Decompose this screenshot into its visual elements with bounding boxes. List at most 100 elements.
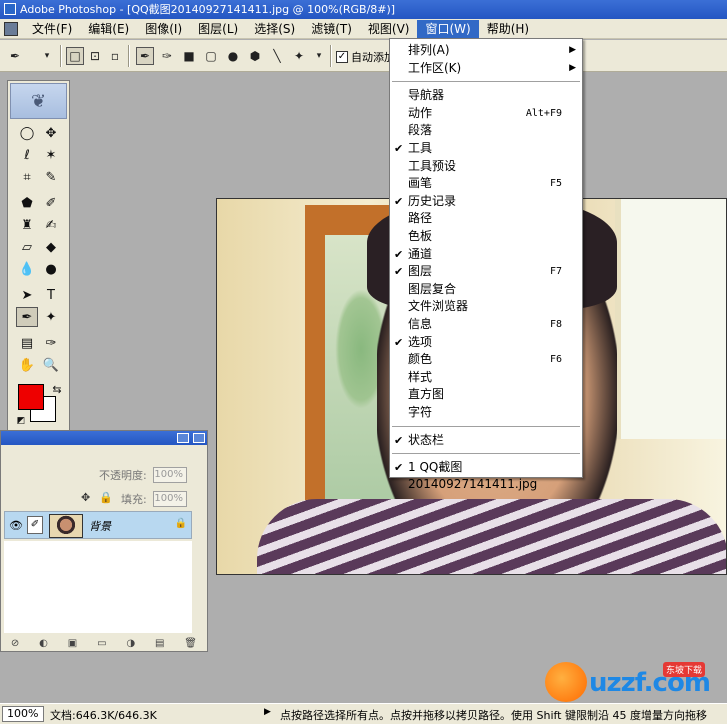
crop-tool-icon[interactable]: ⌗ [16, 167, 38, 187]
app-logo-icon[interactable] [4, 21, 18, 36]
healing-brush-icon[interactable]: ⬟ [16, 193, 38, 213]
notes-tool-icon[interactable]: ▤ [16, 333, 38, 353]
options-separator [60, 45, 62, 67]
brush-link-icon[interactable]: ✐ [27, 516, 43, 534]
pen-tool-icon[interactable]: ✒ [16, 307, 38, 327]
layer-row-background[interactable]: 👁 ✐ 背景 🔒 [4, 511, 192, 539]
shape-layers-icon[interactable]: □ [66, 47, 84, 65]
menu-view[interactable]: 视图(V) [360, 20, 418, 38]
default-colors-icon[interactable]: ◩ [10, 411, 32, 431]
status-arrow-icon[interactable]: ▶ [264, 707, 271, 717]
options-separator [330, 45, 332, 67]
polygon-shape-icon[interactable]: ⬢ [246, 47, 264, 65]
freeform-pen-icon[interactable]: ✑ [158, 47, 176, 65]
menu-filter[interactable]: 滤镜(T) [303, 20, 360, 38]
pen-icon[interactable]: ✒ [136, 47, 154, 65]
window-menu-item[interactable]: 图层复合 [390, 281, 582, 298]
path-selection-icon[interactable]: ➤ [16, 285, 38, 305]
window-menu-item[interactable]: 路径 [390, 210, 582, 227]
custom-shape-tool-icon[interactable]: ✦ [40, 307, 62, 327]
menu-layer[interactable]: 图层(L) [190, 20, 246, 38]
eye-icon[interactable]: 👁 [9, 519, 23, 532]
slice-tool-icon[interactable]: ✎ [40, 167, 62, 187]
window-menu-item[interactable]: ✔ 通道 [390, 246, 582, 263]
adobe-feather-logo[interactable]: ❦ [10, 83, 67, 119]
foreground-color-swatch[interactable] [18, 384, 44, 410]
zoom-field[interactable]: 100% [2, 706, 44, 722]
window-menu-item[interactable]: 段落 [390, 122, 582, 139]
window-menu-item[interactable]: ✔ 1 QQ截图20140927141411.jpg [390, 459, 582, 491]
window-menu-item[interactable]: 信息 F8 [390, 316, 582, 333]
auto-add-delete-option[interactable]: ✓ 自动添加 [336, 49, 395, 65]
menu-image[interactable]: 图像(I) [137, 20, 190, 38]
new-layer-icon[interactable]: ▤ [155, 638, 164, 649]
window-menu-item[interactable]: ✔ 图层 F7 [390, 263, 582, 280]
trash-icon[interactable]: 🗑 [184, 638, 197, 649]
layer-mask-icon[interactable]: ▣ [68, 638, 77, 649]
adjustment-layer-icon[interactable]: ◑ [126, 638, 135, 649]
menu-file[interactable]: 文件(F) [24, 20, 80, 38]
window-menu-item[interactable]: ✔ 历史记录 [390, 193, 582, 210]
lasso-marquee-icon[interactable]: ◯ [16, 123, 38, 143]
window-menu-item[interactable]: 排列(A) ▶ [390, 42, 582, 59]
document-size[interactable]: 文档:646.3K/646.3K [50, 707, 157, 723]
zoom-tool-icon[interactable]: 🔍 [40, 355, 62, 375]
custom-shape-icon[interactable]: ✦ [290, 47, 308, 65]
close-icon[interactable] [193, 433, 205, 443]
pen-tool-preset-icon[interactable]: ✒ [6, 47, 24, 65]
window-menu-item[interactable]: 样式 [390, 369, 582, 386]
lasso-tool-icon[interactable]: ℓ [16, 145, 38, 165]
rectangle-shape-icon[interactable]: ■ [180, 47, 198, 65]
move-tool-icon[interactable]: ✥ [40, 123, 62, 143]
dodge-tool-icon[interactable]: ● [40, 259, 62, 279]
window-menu-item[interactable]: 颜色 F6 [390, 351, 582, 368]
window-menu-item[interactable]: 工作区(K) ▶ [390, 60, 582, 77]
ellipse-shape-icon[interactable]: ● [224, 47, 242, 65]
type-tool-icon[interactable]: T [40, 285, 62, 305]
window-menu-item[interactable]: ✔ 选项 [390, 334, 582, 351]
window-menu-item[interactable]: 导航器 [390, 87, 582, 104]
window-menu-item[interactable]: 工具预设 [390, 158, 582, 175]
eraser-tool-icon[interactable]: ▱ [16, 237, 38, 257]
blur-tool-icon[interactable]: 💧 [16, 259, 38, 279]
auto-add-checkbox[interactable]: ✓ [336, 51, 348, 63]
layers-palette-footer: ⊘ ◐ ▣ ▭ ◑ ▤ 🗑 [1, 635, 207, 651]
window-menu-item[interactable]: 画笔 F5 [390, 175, 582, 192]
paint-bucket-icon[interactable]: ◆ [40, 237, 62, 257]
link-layers-icon[interactable]: ⊘ [11, 638, 19, 649]
shape-dropdown-icon[interactable]: ▾ [310, 47, 328, 65]
preset-dropdown-icon[interactable]: ▾ [38, 47, 56, 65]
swap-colors-icon[interactable]: ⇆ [46, 379, 68, 399]
window-menu-item[interactable]: 直方图 [390, 386, 582, 403]
brush-tool-icon[interactable]: ✐ [40, 193, 62, 213]
window-menu-item[interactable]: ✔ 状态栏 [390, 432, 582, 449]
window-menu-item[interactable]: 字符 [390, 404, 582, 421]
menu-select[interactable]: 选择(S) [246, 20, 303, 38]
new-set-icon[interactable]: ▭ [97, 638, 106, 649]
lock-position-icon[interactable]: ✥ [81, 491, 90, 504]
menu-help[interactable]: 帮助(H) [479, 20, 537, 38]
history-brush-icon[interactable]: ✍ [40, 215, 62, 235]
menu-edit[interactable]: 编辑(E) [80, 20, 137, 38]
magic-wand-icon[interactable]: ✶ [40, 145, 62, 165]
window-menu-item[interactable]: 文件浏览器 [390, 298, 582, 315]
menu-item-label: 信息 [408, 317, 433, 331]
menu-separator [392, 453, 580, 456]
window-menu-item[interactable]: ✔ 工具 [390, 140, 582, 157]
rounded-rectangle-icon[interactable]: ▢ [202, 47, 220, 65]
clone-stamp-icon[interactable]: ♜ [16, 215, 38, 235]
paths-mode-icon[interactable]: ⊡ [86, 47, 104, 65]
window-menu-item[interactable]: 动作 Alt+F9 [390, 105, 582, 122]
lock-all-icon[interactable]: 🔒 [99, 491, 113, 504]
menu-window[interactable]: 窗口(W) [417, 19, 479, 38]
window-menu-item[interactable]: 色板 [390, 228, 582, 245]
fill-pixels-icon[interactable]: ▫ [106, 47, 124, 65]
minimize-icon[interactable] [177, 433, 189, 443]
line-shape-icon[interactable]: ╲ [268, 47, 286, 65]
fill-field[interactable]: 100% [153, 491, 187, 507]
layer-style-icon[interactable]: ◐ [39, 638, 48, 649]
hand-tool-icon[interactable]: ✋ [16, 355, 38, 375]
eyedropper-icon[interactable]: ✑ [40, 333, 62, 353]
opacity-field[interactable]: 100% [153, 467, 187, 483]
window-title: Adobe Photoshop - [QQ截图20140927141411.jp… [20, 3, 396, 16]
